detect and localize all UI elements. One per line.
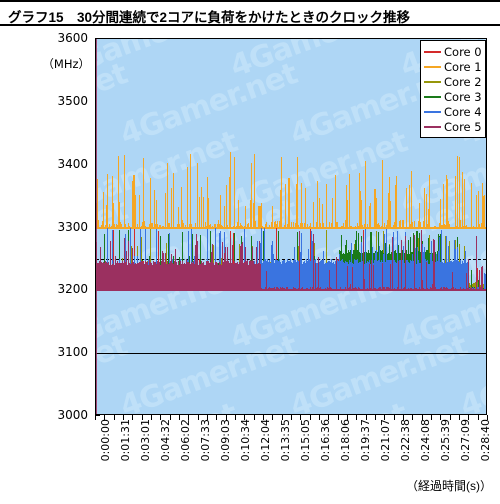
data-sample — [336, 256, 337, 291]
x-axis-tick-label: 0:03:01 — [139, 419, 152, 462]
x-axis-tick — [356, 415, 357, 420]
legend-color-swatch — [424, 65, 441, 68]
x-axis-tick — [235, 415, 236, 420]
x-axis-tick-label: 0:07:33 — [199, 419, 212, 462]
x-axis-tick — [412, 415, 413, 420]
x-axis-tick — [216, 415, 217, 420]
data-sample — [299, 231, 300, 291]
data-sample — [486, 284, 487, 291]
chart-legend: Core 0 Core 1 Core 2 Core 3 Core 4 Core 5 — [420, 40, 486, 138]
x-axis-tick — [272, 415, 273, 420]
y-axis-tick-label: 3000 — [57, 408, 88, 422]
x-axis-title: （経過時間(s)） — [406, 479, 492, 493]
data-sample — [482, 265, 483, 291]
legend-color-swatch — [424, 110, 441, 113]
data-sample — [414, 234, 415, 291]
y-axis-tick-label: 3600 — [57, 31, 88, 45]
x-axis-tick — [254, 415, 255, 420]
y-axis-tick-label: 3200 — [57, 282, 88, 297]
legend-label: Core 0 — [444, 44, 482, 59]
x-axis-tick-label: 0:12:04 — [259, 419, 272, 462]
x-axis-tick-label: 0:21:07 — [379, 419, 392, 462]
data-sample — [434, 240, 435, 291]
data-sample — [398, 261, 399, 291]
legend-item-core-4: Core 4 — [424, 104, 482, 119]
x-axis-tick-label: 0:16:36 — [319, 419, 332, 462]
data-sample — [392, 236, 393, 291]
data-sample — [313, 233, 314, 291]
data-sample — [373, 265, 374, 291]
data-sample — [468, 258, 469, 291]
data-sample — [260, 264, 261, 291]
y-axis-tick-label: 3400 — [57, 156, 88, 171]
data-sample — [318, 257, 319, 291]
legend-label: Core 2 — [444, 74, 482, 89]
data-sample — [371, 259, 372, 291]
y-axis-unit-label: （MHz） — [42, 57, 90, 71]
plot-left-edge-artifact — [96, 39, 97, 414]
chart-title-bar: グラフ15 30分間連続で2コアに負荷をかけたときのクロック推移 — [0, 0, 500, 26]
x-axis-tick — [95, 415, 96, 420]
legend-item-core-5: Core 5 — [424, 119, 482, 134]
legend-color-swatch — [424, 95, 441, 98]
data-sample — [486, 287, 487, 290]
x-axis-tick — [394, 415, 395, 420]
x-axis-tick-label: 0:18:06 — [339, 419, 352, 462]
x-axis-tick — [132, 415, 133, 420]
x-axis-tick-label: 0:10:34 — [239, 419, 252, 462]
x-axis-tick-label: 0:28:40 — [479, 419, 492, 462]
legend-label: Core 5 — [444, 119, 482, 134]
x-axis-tick-label: 0:25:39 — [439, 419, 452, 462]
series-baseline — [96, 289, 486, 292]
x-axis-tick-label: 0:01:31 — [119, 419, 132, 462]
legend-item-core-0: Core 0 — [424, 44, 482, 59]
data-sample — [486, 228, 487, 229]
x-axis-tick-label: 0:19:37 — [359, 419, 372, 462]
legend-color-swatch — [424, 50, 441, 53]
x-axis-tick-label: 0:13:35 — [279, 419, 292, 462]
x-axis-tick-label: 0:27:09 — [459, 419, 472, 462]
x-axis-tick — [114, 415, 115, 420]
x-axis-tick-label: 0:00:00 — [99, 419, 112, 462]
legend-label: Core 1 — [444, 59, 482, 74]
data-sample — [266, 271, 267, 291]
data-sample — [347, 266, 348, 291]
legend-item-core-3: Core 3 — [424, 89, 482, 104]
data-sample — [476, 235, 477, 291]
x-axis-tick-label: 0:24:08 — [419, 419, 432, 462]
data-sample — [486, 235, 487, 290]
y-axis-tick-label: 3500 — [57, 93, 88, 108]
legend-item-core-1: Core 1 — [424, 59, 482, 74]
data-sample — [486, 289, 487, 290]
legend-label: Core 4 — [444, 104, 482, 119]
x-axis-tick-label: 0:15:05 — [299, 419, 312, 462]
x-axis-tick-label: 0:22:38 — [399, 419, 412, 462]
x-axis-tick-label: 0:09:03 — [219, 419, 232, 462]
x-axis-tick-label: 0:04:32 — [159, 419, 172, 462]
data-sample — [426, 261, 427, 291]
legend-item-core-2: Core 2 — [424, 74, 482, 89]
y-axis-tick-label: 3100 — [57, 345, 88, 360]
x-axis-tick-label: 0:06:02 — [179, 419, 192, 462]
legend-label: Core 3 — [444, 89, 482, 104]
data-sample — [315, 263, 316, 291]
data-sample — [401, 239, 402, 291]
data-sample — [369, 263, 370, 291]
data-sample — [390, 264, 391, 291]
x-axis-tick — [375, 415, 376, 420]
legend-color-swatch — [424, 125, 441, 128]
y-axis-tick-label: 3300 — [57, 219, 88, 234]
legend-color-swatch — [424, 80, 441, 83]
chart-screenshot: グラフ15 30分間連続で2コアに負荷をかけたときのクロック推移 （MHz） 3… — [0, 0, 500, 504]
data-sample — [405, 235, 406, 291]
page-title: グラフ15 30分間連続で2コアに負荷をかけたときのクロック推移 — [8, 10, 411, 25]
